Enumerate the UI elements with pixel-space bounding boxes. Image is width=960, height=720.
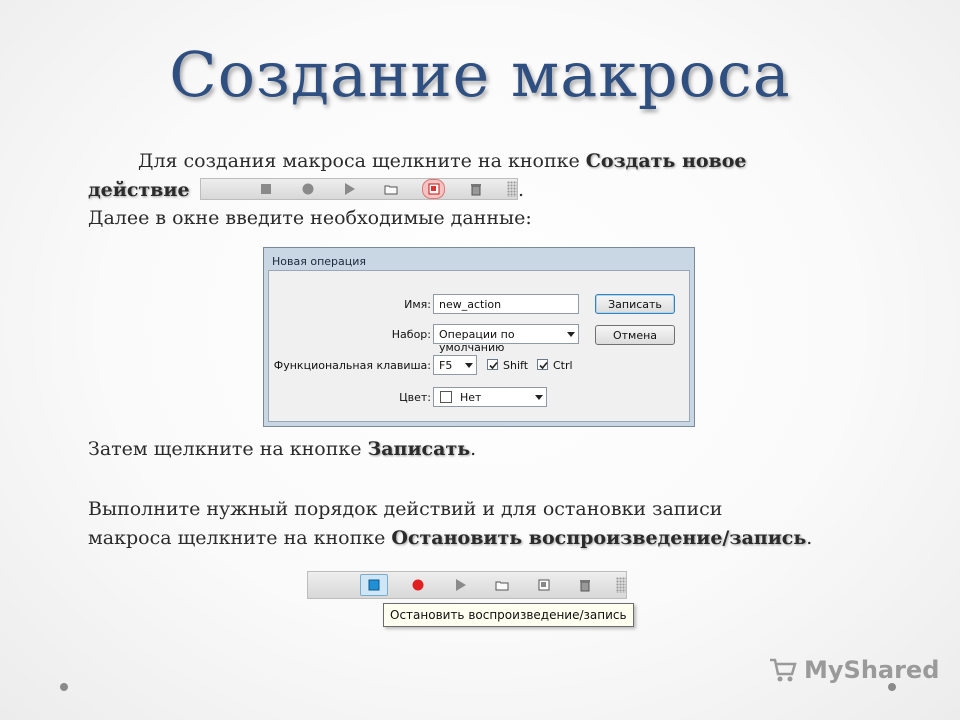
record-button[interactable]	[408, 576, 430, 594]
color-label: Цвет:	[399, 391, 431, 404]
para3-text: Затем щелкните на кнопке	[88, 438, 368, 460]
watermark-logo: MyShared	[768, 656, 939, 684]
fkey-value: F5	[439, 359, 453, 372]
trash-icon	[471, 183, 482, 195]
stop-icon	[260, 184, 271, 194]
new-action-button[interactable]	[533, 576, 555, 594]
para1-text: Для создания макроса щелкните на кнопке	[138, 150, 586, 172]
play-icon	[456, 579, 467, 591]
para1-end: .	[518, 179, 525, 201]
ctrl-label: Ctrl	[553, 359, 573, 372]
color-swatch	[440, 391, 452, 403]
para4-line2: макроса щелкните на кнопке Остановить во…	[88, 527, 812, 549]
para1-highlight-1: Создать новое	[585, 150, 747, 172]
color-value: Нет	[460, 391, 482, 404]
fkey-select[interactable]: F5	[433, 355, 477, 375]
para3-highlight: Записать	[367, 438, 471, 460]
logo-text: MyShared	[804, 656, 940, 684]
new-set-button[interactable]	[380, 180, 402, 198]
play-button[interactable]	[449, 576, 471, 594]
name-label: Имя:	[404, 298, 431, 311]
para1-line1: Для создания макроса щелкните на кнопке …	[138, 150, 747, 172]
dialog-body: Имя: new_action Набор: Операции по умолч…	[268, 270, 690, 422]
new-action-dialog: Новая операция Имя: new_action Набор: Оп…	[263, 247, 695, 427]
para4-end: .	[806, 527, 813, 549]
name-input[interactable]: new_action	[433, 294, 579, 314]
new-action-button[interactable]	[421, 179, 446, 199]
play-button[interactable]	[338, 180, 360, 198]
para3: Затем щелкните на кнопке Записать.	[88, 438, 476, 460]
para4-line1: Выполните нужный порядок действий и для …	[88, 498, 723, 520]
delete-button[interactable]	[465, 180, 487, 198]
stop-tooltip: Остановить воспроизведение/запись	[383, 603, 634, 627]
set-select[interactable]: Операции по умолчанию	[433, 324, 579, 354]
actions-toolbar	[200, 178, 518, 200]
set-value: Операции по умолчанию	[439, 328, 515, 354]
para1-highlight-2: действие	[88, 179, 190, 201]
record-icon	[302, 183, 314, 195]
decor-dot-left	[60, 683, 68, 691]
shift-checkbox[interactable]	[487, 359, 498, 370]
dialog-title: Новая операция	[272, 255, 367, 268]
record-icon	[412, 579, 424, 591]
stop-button[interactable]	[255, 180, 277, 198]
record-dialog-button[interactable]: Записать	[595, 294, 675, 314]
para4-text: макроса щелкните на кнопке	[88, 527, 392, 549]
delete-button[interactable]	[574, 576, 596, 594]
slide-title: Создание макроса	[169, 38, 791, 111]
cancel-button[interactable]: Отмена	[595, 325, 675, 345]
para4-highlight: Остановить воспроизведение/запись	[391, 527, 807, 549]
ctrl-checkbox[interactable]	[537, 359, 548, 370]
para1-line2: действие	[88, 179, 190, 201]
checkmark-icon	[539, 361, 548, 370]
record-button[interactable]	[297, 180, 319, 198]
shift-label: Shift	[503, 359, 529, 372]
folder-icon	[495, 581, 509, 591]
para2: Далее в окне введите необходимые данные:	[88, 207, 532, 229]
new-action-icon	[428, 183, 440, 195]
set-label: Набор:	[391, 328, 431, 341]
chevron-down-icon	[535, 395, 543, 400]
stop-recording-button[interactable]	[360, 574, 388, 596]
cart-icon	[770, 658, 797, 682]
chevron-down-icon	[567, 332, 575, 337]
stop-icon	[368, 579, 380, 591]
chevron-down-icon	[465, 363, 473, 368]
toolbar-grip	[616, 577, 627, 593]
color-select[interactable]: Нет	[433, 387, 547, 407]
fkey-label: Функциональная клавиша:	[273, 359, 431, 372]
play-icon	[345, 183, 356, 195]
new-set-button[interactable]	[491, 576, 513, 594]
new-action-icon	[538, 579, 550, 591]
folder-icon	[384, 185, 398, 195]
decor-dot-right	[888, 683, 896, 691]
checkmark-icon	[489, 361, 498, 370]
actions-toolbar-recording	[307, 571, 627, 599]
trash-icon	[580, 579, 591, 591]
toolbar-grip	[507, 181, 517, 197]
para3-end: .	[470, 438, 477, 460]
